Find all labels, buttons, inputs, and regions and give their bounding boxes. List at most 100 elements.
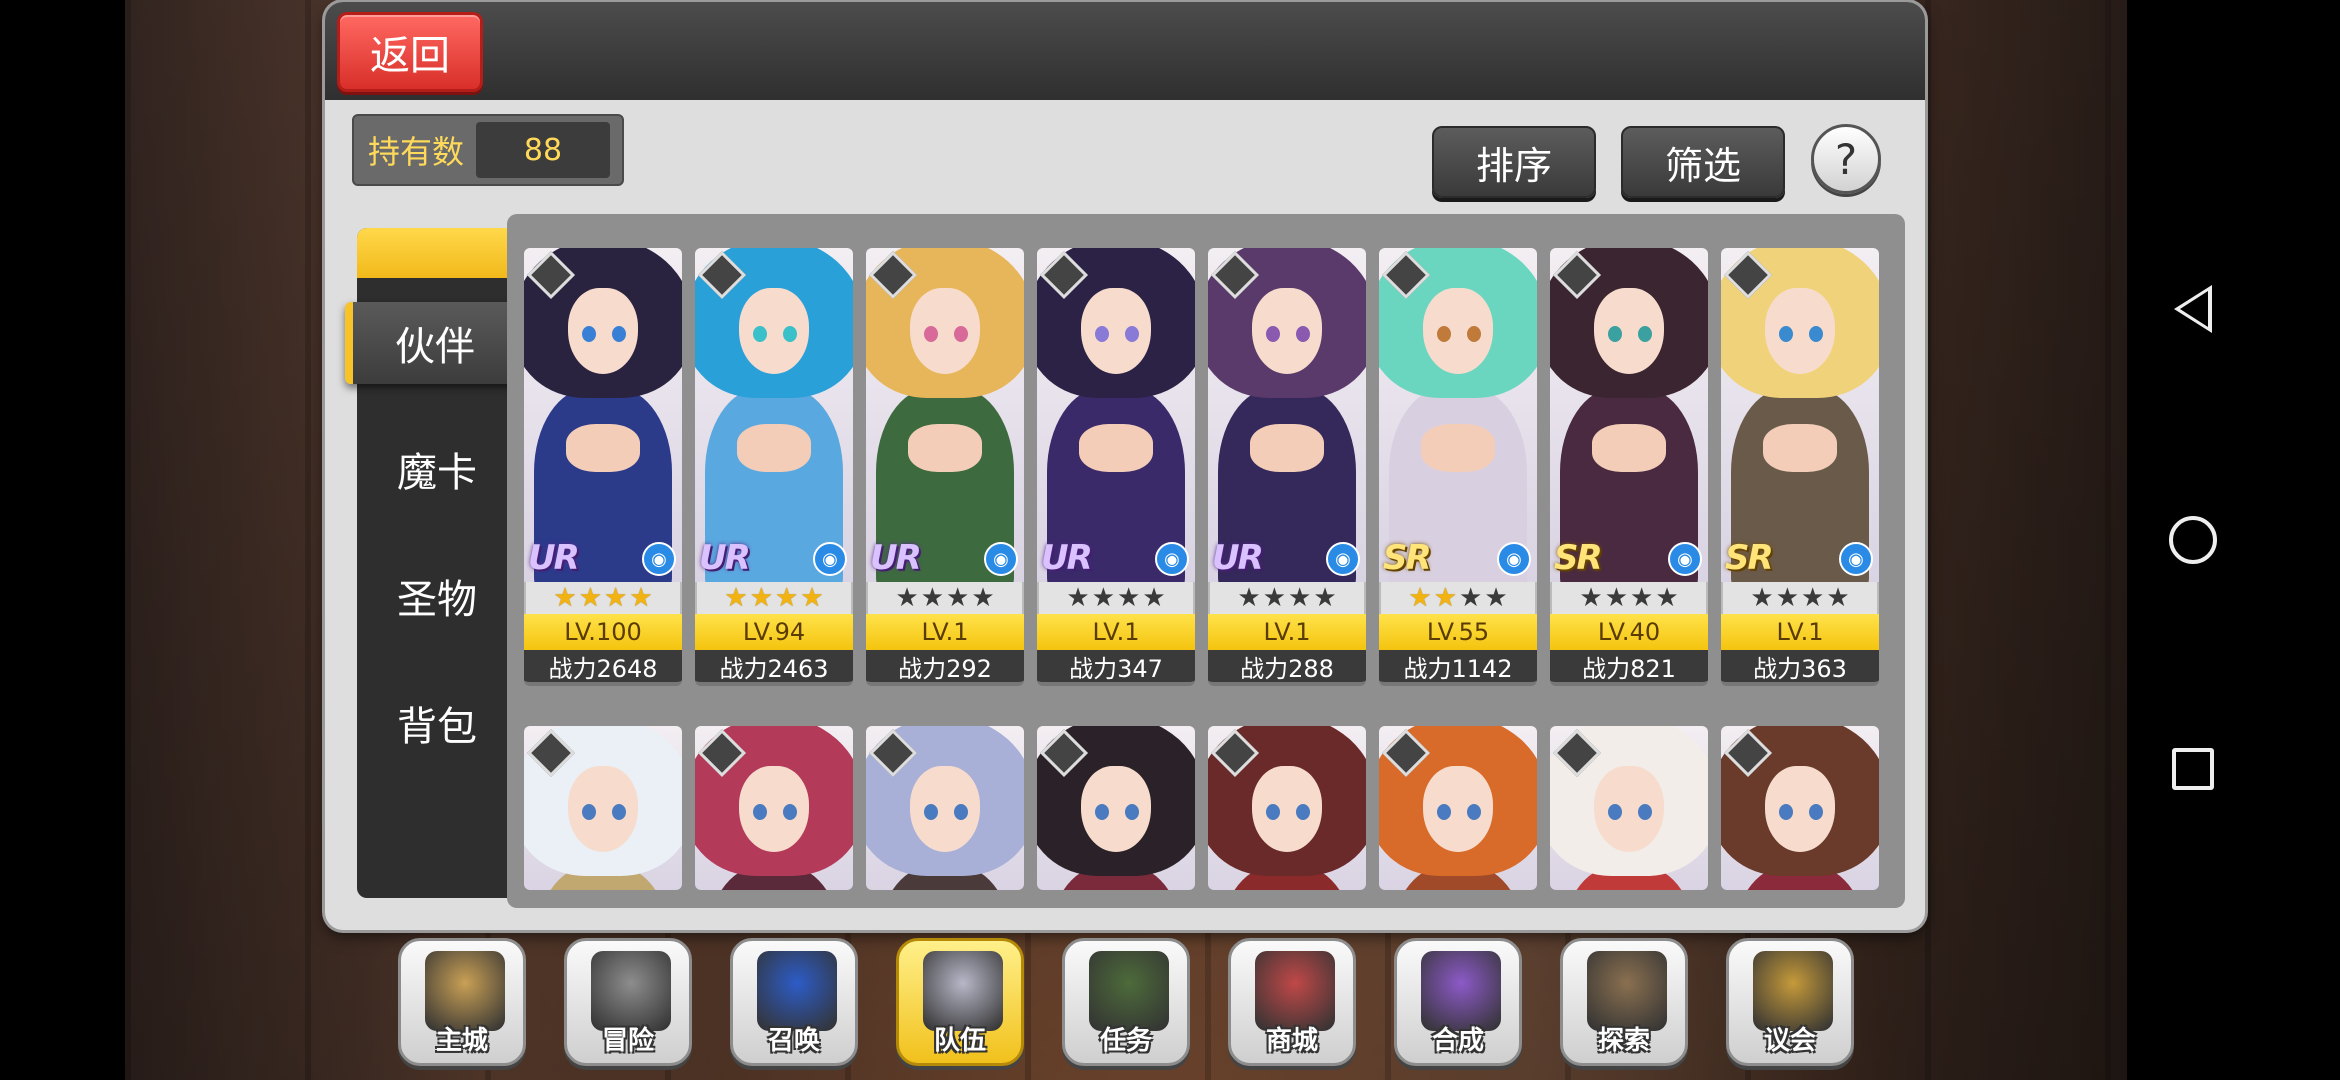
class-icon: ◉ xyxy=(642,542,676,576)
menu-item-2[interactable]: 冒险 xyxy=(564,938,692,1066)
character-card[interactable]: SR ◉ ★ ★ ★ ★ LV.40 战力821 xyxy=(1550,248,1708,686)
class-icon: ◉ xyxy=(1497,542,1531,576)
character-card[interactable] xyxy=(1208,726,1366,890)
winged-helmet-icon xyxy=(923,951,1003,1031)
menu-label: 主城 xyxy=(435,1026,488,1056)
character-card[interactable]: UR ◉ ★ ★ ★ ★ LV.1 战力347 xyxy=(1037,248,1195,686)
tab-partners[interactable]: 伙伴 xyxy=(345,302,517,384)
back-button[interactable]: 返回 xyxy=(337,12,483,92)
character-portrait xyxy=(866,726,1024,890)
ownership-count: 持有数 88 xyxy=(352,114,624,186)
menu-item-9[interactable]: 议会 xyxy=(1726,938,1854,1066)
character-eye xyxy=(1608,804,1622,820)
class-icon: ◉ xyxy=(1839,542,1873,576)
star-icon: ★ xyxy=(1142,583,1166,613)
class-icon: ◉ xyxy=(1668,542,1702,576)
character-face xyxy=(1765,288,1835,374)
help-button[interactable]: ? xyxy=(1811,124,1881,194)
rarity-badge: UR xyxy=(1212,538,1264,578)
menu-item-8[interactable]: 探索 xyxy=(1560,938,1688,1066)
menu-item-7[interactable]: 合成 xyxy=(1394,938,1522,1066)
level-label: LV.55 xyxy=(1379,614,1537,650)
star-icon: ★ xyxy=(1262,583,1286,613)
character-face xyxy=(1594,766,1664,852)
nav-back-icon[interactable] xyxy=(2160,276,2226,342)
character-skin xyxy=(1250,424,1324,472)
star-icon: ★ xyxy=(1826,583,1850,613)
letterbox-left xyxy=(0,0,125,1080)
character-card[interactable]: UR ◉ ★ ★ ★ ★ LV.94 战力2463 xyxy=(695,248,853,686)
character-card[interactable] xyxy=(1550,726,1708,890)
star-icon: ★ xyxy=(1655,583,1679,613)
character-card[interactable] xyxy=(1037,726,1195,890)
rarity-badge: SR xyxy=(1383,538,1432,578)
star-icon: ★ xyxy=(553,583,577,613)
character-skin xyxy=(1592,424,1666,472)
character-card[interactable] xyxy=(1721,726,1879,890)
character-face xyxy=(1081,288,1151,374)
character-eye xyxy=(1779,326,1793,342)
star-icon: ★ xyxy=(1313,583,1337,613)
star-icon: ★ xyxy=(1288,583,1312,613)
sort-button[interactable]: 排序 xyxy=(1432,126,1596,198)
character-card[interactable]: UR ◉ ★ ★ ★ ★ LV.1 战力288 xyxy=(1208,248,1366,686)
tab-inventory[interactable]: 背包 xyxy=(357,682,517,764)
rarity-badge: SR xyxy=(1554,538,1603,578)
character-skin xyxy=(566,424,640,472)
character-eye xyxy=(1125,804,1139,820)
character-card[interactable]: SR ◉ ★ ★ ★ ★ LV.55 战力1142 xyxy=(1379,248,1537,686)
character-card[interactable] xyxy=(866,726,1024,890)
character-eye xyxy=(1467,804,1481,820)
nav-recents-icon[interactable] xyxy=(2160,736,2226,802)
character-eye xyxy=(954,326,968,342)
character-eye xyxy=(1467,326,1481,342)
character-portrait xyxy=(1379,726,1537,890)
character-card[interactable]: UR ◉ ★ ★ ★ ★ LV.1 战力292 xyxy=(866,248,1024,686)
character-portrait xyxy=(1721,726,1879,890)
menu-item-4[interactable]: 队伍 xyxy=(896,938,1024,1066)
menu-item-3[interactable]: 召唤 xyxy=(730,938,858,1066)
character-card[interactable]: SR ◉ ★ ★ ★ ★ LV.1 战力363 xyxy=(1721,248,1879,686)
rarity-badge: UR xyxy=(699,538,751,578)
character-card[interactable] xyxy=(1379,726,1537,890)
nav-home-icon[interactable] xyxy=(2160,507,2226,573)
level-label: LV.40 xyxy=(1550,614,1708,650)
star-rating: ★ ★ ★ ★ xyxy=(1721,582,1879,614)
character-face xyxy=(739,766,809,852)
tab-relics[interactable]: 圣物 xyxy=(357,555,517,637)
character-eye xyxy=(924,804,938,820)
star-rating: ★ ★ ★ ★ xyxy=(1037,582,1195,614)
star-icon: ★ xyxy=(920,583,944,613)
menu-item-6[interactable]: 商城 xyxy=(1228,938,1356,1066)
menu-item-5[interactable]: 任务 xyxy=(1062,938,1190,1066)
power-label: 战力292 xyxy=(866,650,1024,686)
power-label: 战力288 xyxy=(1208,650,1366,686)
level-label: LV.1 xyxy=(1721,614,1879,650)
character-eye xyxy=(1809,326,1823,342)
character-portrait xyxy=(524,726,682,890)
character-card[interactable]: UR ◉ ★ ★ ★ ★ LV.100 战力2648 xyxy=(524,248,682,686)
character-eye xyxy=(1296,326,1310,342)
character-skin xyxy=(737,424,811,472)
star-icon: ★ xyxy=(1459,583,1483,613)
star-icon: ★ xyxy=(1579,583,1603,613)
level-label: LV.94 xyxy=(695,614,853,650)
filter-button[interactable]: 筛选 xyxy=(1621,126,1785,198)
character-face xyxy=(910,766,980,852)
character-grid: UR ◉ ★ ★ ★ ★ LV.100 战力2648 UR ◉ ★ ★ ★ ★ LV.94 战力2463 UR ◉… xyxy=(507,214,1905,908)
council-emblem-icon xyxy=(1753,951,1833,1031)
character-card[interactable] xyxy=(524,726,682,890)
character-eye xyxy=(1095,326,1109,342)
potion-icon xyxy=(1421,951,1501,1031)
menu-item-1[interactable]: 主城 xyxy=(398,938,526,1066)
tab-magic-cards[interactable]: 魔卡 xyxy=(357,428,517,510)
star-icon: ★ xyxy=(1630,583,1654,613)
rarity-badge: UR xyxy=(528,538,580,578)
character-eye xyxy=(582,326,596,342)
character-card[interactable] xyxy=(695,726,853,890)
star-rating: ★ ★ ★ ★ xyxy=(1550,582,1708,614)
star-icon: ★ xyxy=(1066,583,1090,613)
level-label: LV.100 xyxy=(524,614,682,650)
star-rating: ★ ★ ★ ★ xyxy=(1208,582,1366,614)
star-rating: ★ ★ ★ ★ xyxy=(695,582,853,614)
